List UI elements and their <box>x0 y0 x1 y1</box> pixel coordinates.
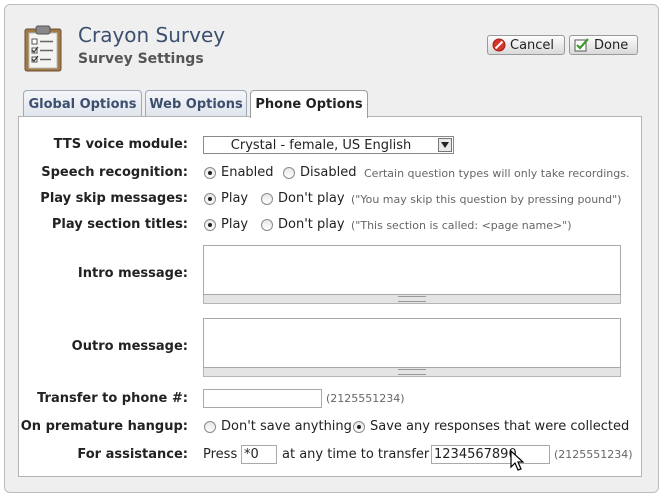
assistance-phone-input[interactable]: 1234567890 <box>431 445 550 464</box>
section-dont-play-label: Don't play <box>278 217 345 232</box>
clipboard-icon <box>24 25 62 72</box>
chevron-down-icon[interactable] <box>438 138 452 152</box>
intro-resize-handle[interactable] <box>203 295 621 304</box>
tab-phone-options[interactable]: Phone Options <box>250 90 368 118</box>
section-titles-label: Play section titles: <box>51 217 188 232</box>
skip-play-label: Play <box>221 191 249 206</box>
skip-hint: ("You may skip this question by pressing… <box>351 193 622 206</box>
assistance-middle-text: at any time to transfer to: <box>282 447 451 462</box>
outro-message-label: Outro message: <box>71 339 188 354</box>
assistance-press-text: Press <box>203 447 238 462</box>
hangup-dont-save-label: Don't save anything <box>221 419 352 434</box>
done-label: Done <box>594 37 629 53</box>
done-button[interactable]: Done <box>569 35 638 55</box>
intro-message-label: Intro message: <box>77 266 188 281</box>
tts-voice-select[interactable]: Crystal - female, US English <box>203 136 454 154</box>
intro-message-textarea[interactable] <box>203 245 621 295</box>
transfer-phone-input[interactable] <box>203 389 322 408</box>
section-dont-play-radio[interactable] <box>261 219 273 231</box>
assistance-phone-hint: (2125551234) <box>554 448 633 461</box>
cancel-button[interactable]: Cancel <box>487 35 565 55</box>
transfer-phone-label: Transfer to phone #: <box>37 391 188 406</box>
outro-resize-handle[interactable] <box>203 368 621 377</box>
speech-disabled-label: Disabled <box>300 165 357 180</box>
cancel-label: Cancel <box>510 37 555 53</box>
skip-dont-play-radio[interactable] <box>261 193 273 205</box>
premature-hangup-label: On premature hangup: <box>20 419 188 434</box>
section-play-radio[interactable] <box>204 219 216 231</box>
assistance-label: For assistance: <box>77 447 188 462</box>
tts-voice-value: Crystal - female, US English <box>230 137 412 153</box>
cancel-icon <box>492 38 506 52</box>
section-play-label: Play <box>221 217 249 232</box>
tab-web-options[interactable]: Web Options <box>145 90 247 117</box>
speech-enabled-radio[interactable] <box>204 167 216 179</box>
tab-global-options[interactable]: Global Options <box>23 90 142 117</box>
hangup-save-label: Save any responses that were collected <box>370 419 630 434</box>
speech-hint: Certain question types will only take re… <box>364 167 630 180</box>
tts-label: TTS voice module: <box>53 137 188 152</box>
hangup-save-radio[interactable] <box>353 421 365 433</box>
assistance-key-input[interactable]: *0 <box>241 445 277 464</box>
speech-recognition-label: Speech recognition: <box>41 165 188 180</box>
transfer-phone-hint: (2125551234) <box>326 392 405 405</box>
page-subtitle: Survey Settings <box>78 51 204 67</box>
mouse-pointer-icon <box>510 450 524 471</box>
skip-dont-play-label: Don't play <box>278 191 345 206</box>
skip-messages-label: Play skip messages: <box>40 191 188 206</box>
skip-play-radio[interactable] <box>204 193 216 205</box>
done-icon <box>574 38 589 52</box>
outro-message-textarea[interactable] <box>203 318 621 368</box>
speech-disabled-radio[interactable] <box>283 167 295 179</box>
section-hint: ("This section is called: <page name>") <box>351 219 572 232</box>
hangup-dont-save-radio[interactable] <box>204 421 216 433</box>
app-title: Crayon Survey <box>78 23 226 47</box>
speech-enabled-label: Enabled <box>221 165 274 180</box>
